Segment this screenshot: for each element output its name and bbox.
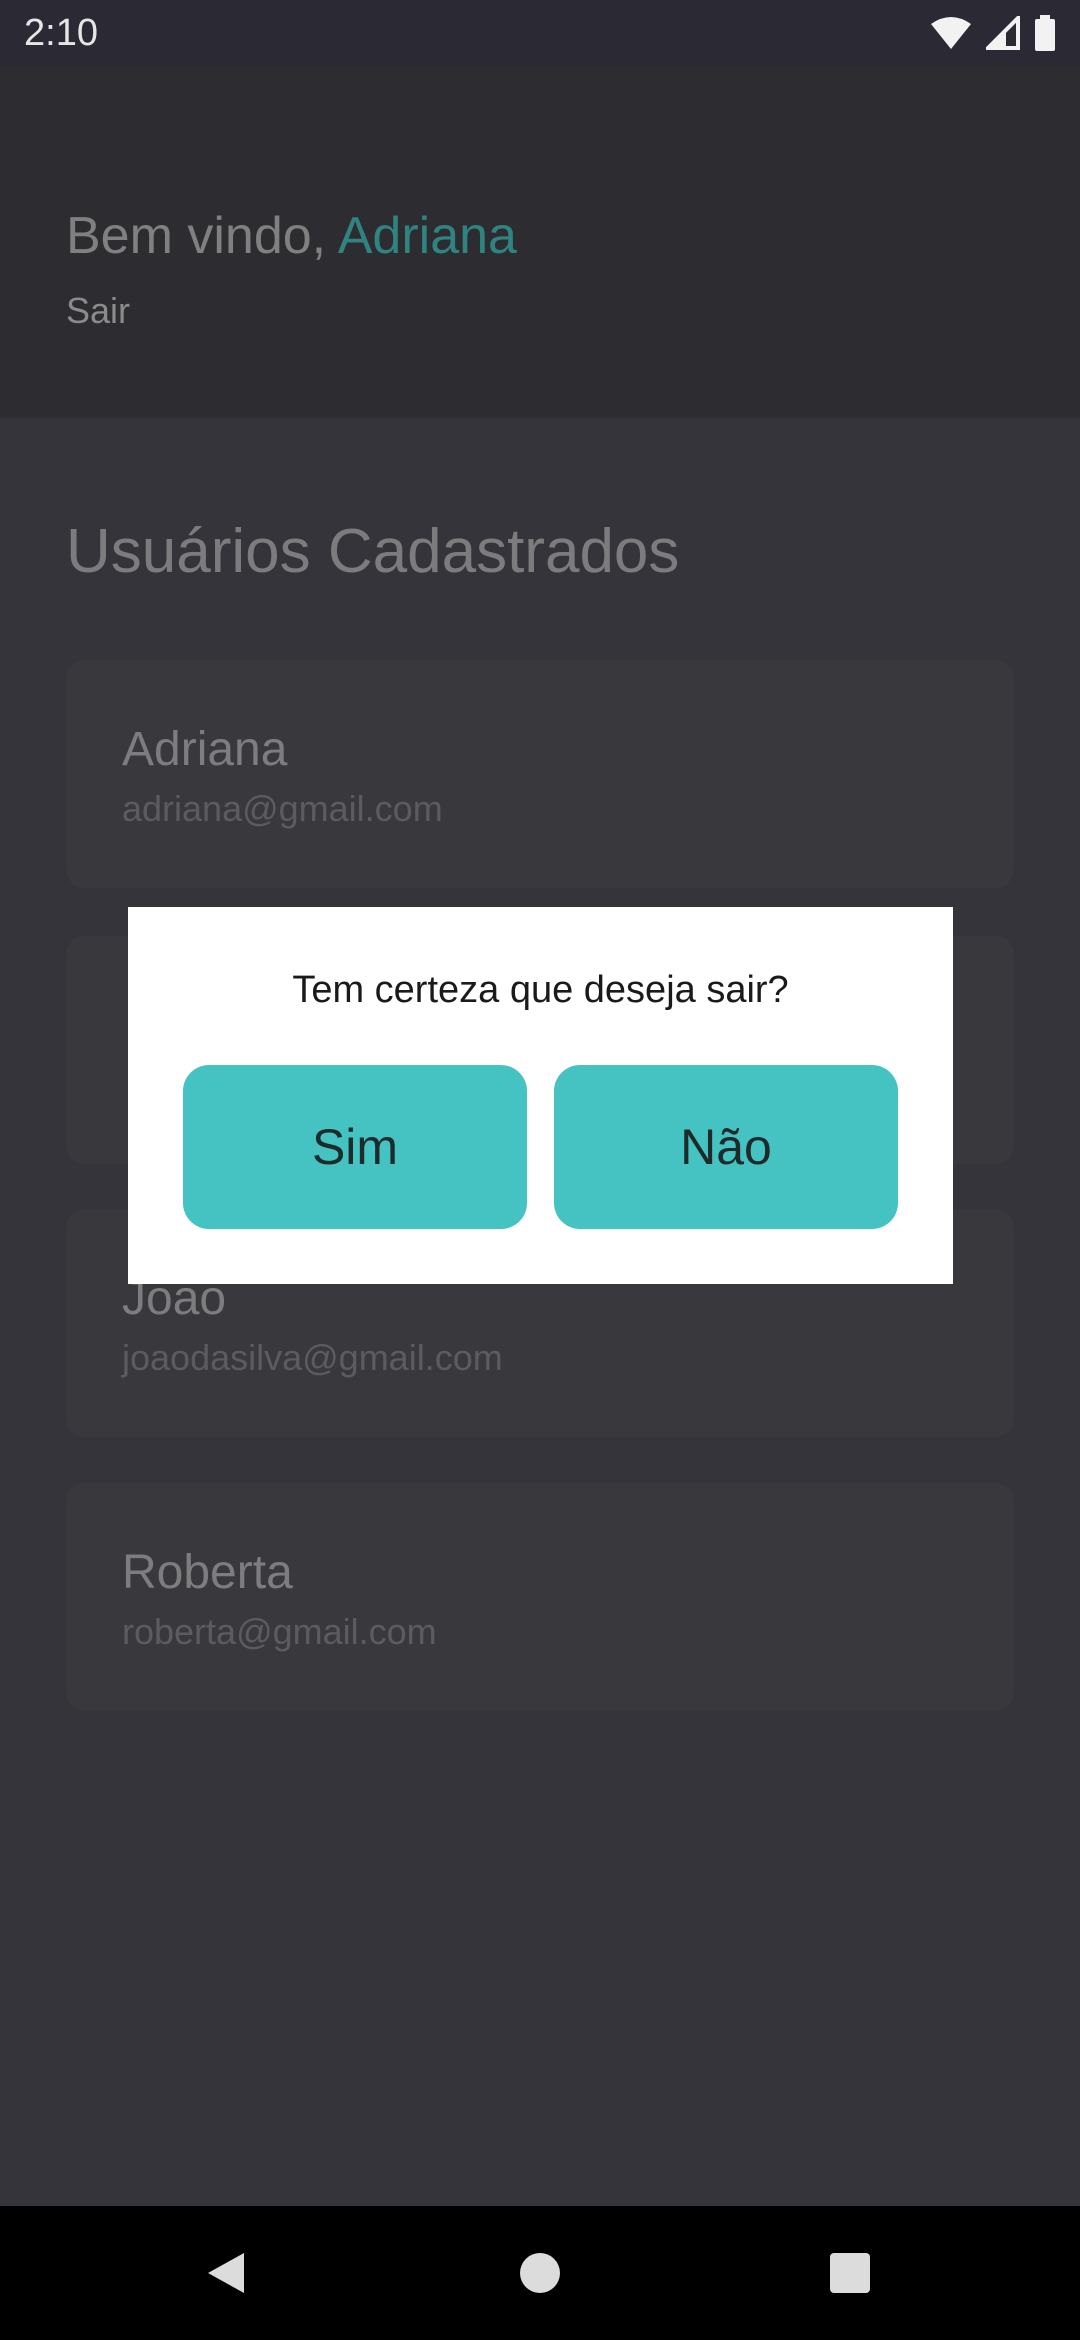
status-icons: [930, 15, 1056, 51]
home-icon[interactable]: [480, 2206, 600, 2340]
status-bar: 2:10: [0, 0, 1080, 66]
confirm-yes-button[interactable]: Sim: [183, 1065, 527, 1229]
wifi-icon: [930, 16, 972, 50]
back-icon[interactable]: [166, 2206, 286, 2340]
status-time: 2:10: [24, 11, 98, 54]
navigation-bar: [0, 2206, 1080, 2340]
battery-icon: [1034, 15, 1056, 51]
dialog-message: Tem certeza que deseja sair?: [292, 969, 789, 1011]
recents-icon[interactable]: [790, 2206, 910, 2340]
signal-icon: [986, 16, 1020, 50]
confirm-no-button[interactable]: Não: [554, 1065, 898, 1229]
logout-confirm-dialog: Tem certeza que deseja sair? Sim Não: [128, 907, 953, 1284]
